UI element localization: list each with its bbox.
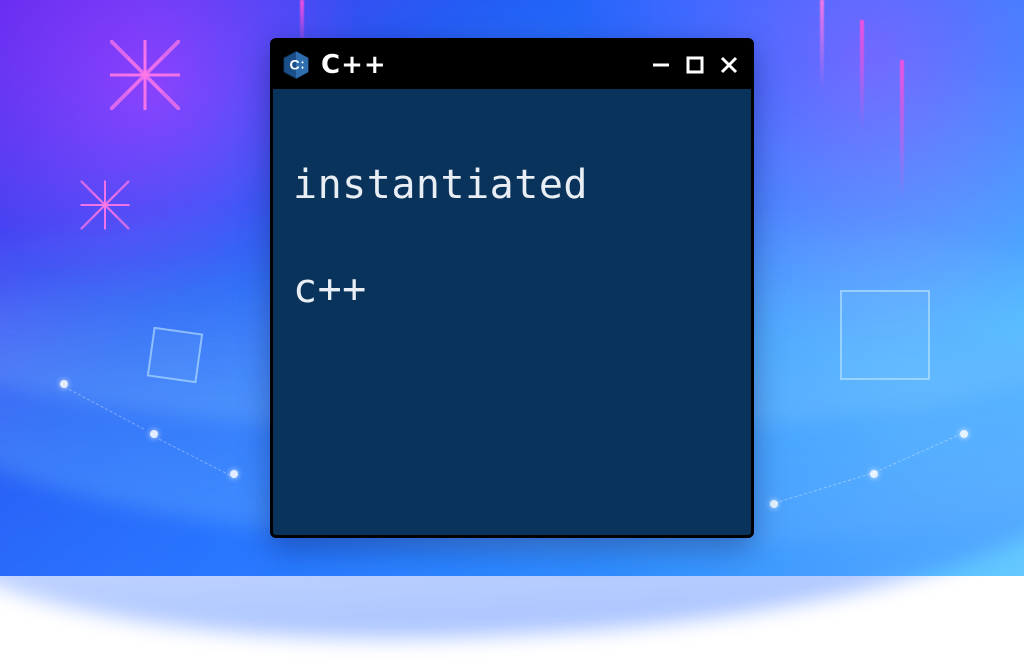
titlebar[interactable]: C + + C++	[273, 41, 751, 89]
maximize-button[interactable]	[683, 53, 707, 77]
svg-text:C: C	[290, 57, 300, 73]
close-button[interactable]	[717, 53, 741, 77]
content-line-2: c++	[293, 263, 731, 315]
minimize-button[interactable]	[649, 53, 673, 77]
app-window: C + + C++ instantiated c++	[270, 38, 754, 538]
content-line-1: instantiated	[293, 159, 731, 211]
window-controls	[649, 53, 741, 77]
window-content: instantiated c++	[273, 89, 751, 535]
window-title: C++	[321, 50, 649, 80]
cpp-icon: C + +	[281, 50, 311, 80]
